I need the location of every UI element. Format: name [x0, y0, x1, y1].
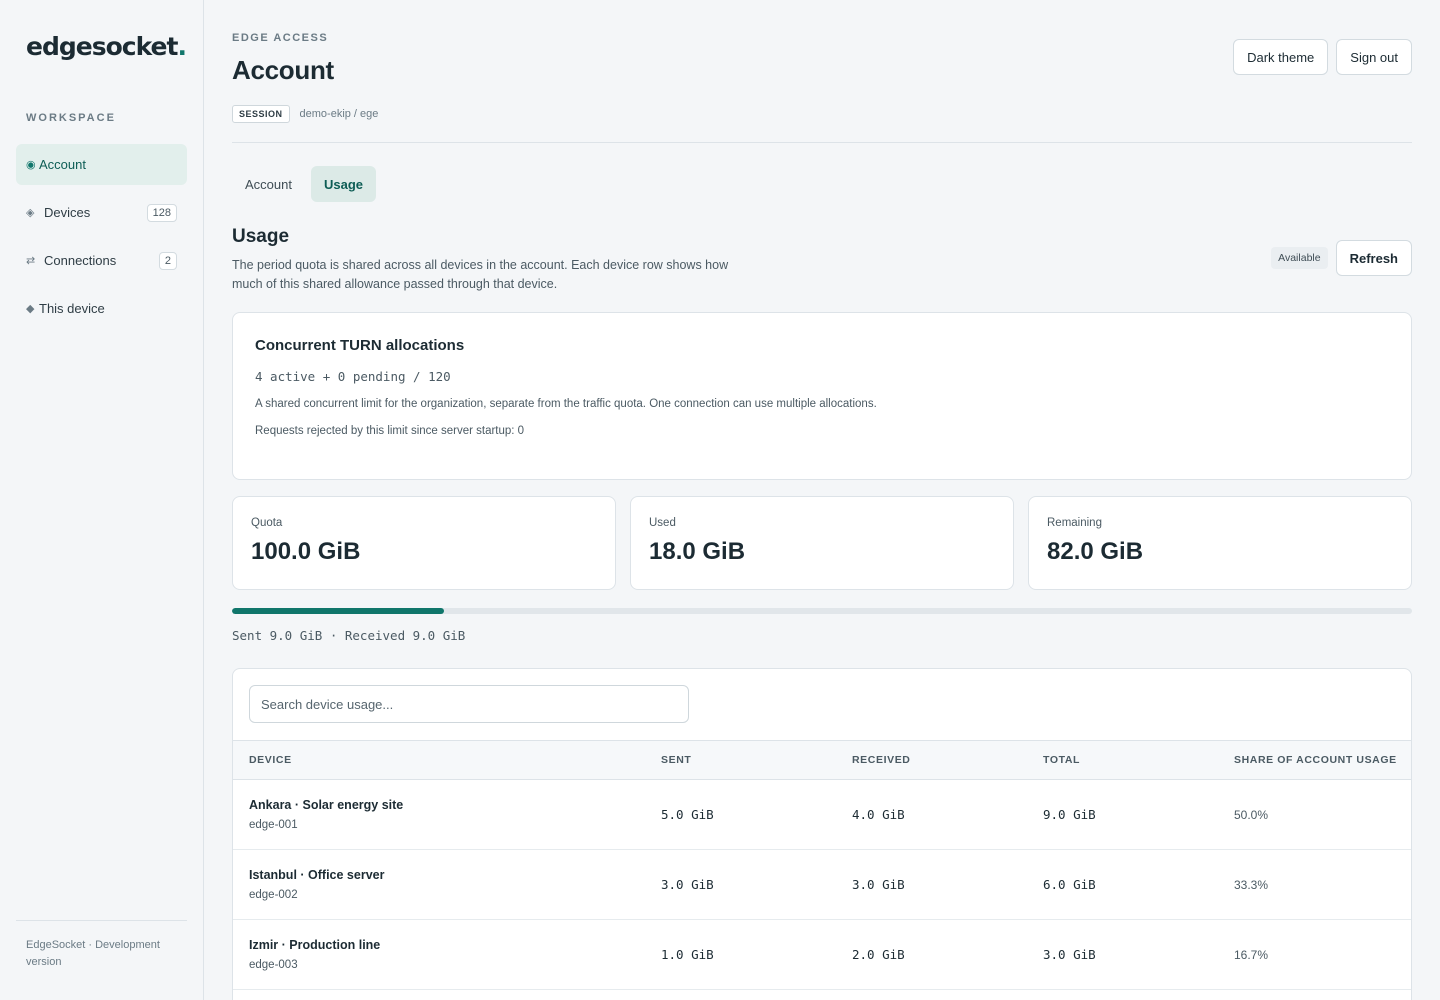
this-device-icon: ◆ — [26, 303, 35, 315]
sent-cell: 1.0 GiB — [645, 919, 836, 990]
devices-icon: ◈ — [26, 207, 35, 219]
usage-actions: Available Refresh — [1271, 240, 1412, 276]
sidebar: edgesocket. WORKSPACE ◉ Account ◈ Device… — [0, 0, 204, 1000]
stat-value: 82.0 GiB — [1047, 538, 1144, 565]
stat-value: 18.0 GiB — [649, 538, 746, 565]
session-value: demo-ekip / ege — [299, 108, 379, 120]
table-row[interactable]: Izmir · Production line edge-003 1.0 GiB … — [233, 919, 1411, 990]
share-cell: 16.7% — [1218, 919, 1411, 990]
share-cell: 50.0% — [1218, 779, 1411, 850]
traffic-summary: Sent 9.0 GiB · Received 9.0 GiB — [232, 628, 466, 643]
column-header-total[interactable]: TOTAL — [1027, 741, 1218, 780]
brand-logo[interactable]: edgesocket. — [26, 32, 187, 61]
connections-icon: ⇄ — [26, 255, 36, 267]
section-eyebrow: EDGE ACCESS — [232, 32, 329, 44]
device-name: Ankara · Solar energy site — [249, 798, 404, 812]
sidebar-item-connections[interactable]: ⇄ Connections 2 — [16, 240, 187, 281]
turn-count: 4 active + 0 pending / 120 — [255, 369, 451, 384]
share-cell: 33.3% — [1218, 849, 1411, 920]
refresh-button[interactable]: Refresh — [1335, 240, 1412, 276]
sidebar-item-this-device[interactable]: ◆ This device — [16, 288, 187, 329]
turn-note: A shared concurrent limit for the organi… — [255, 398, 877, 410]
devices-count-badge: 128 — [146, 203, 177, 222]
sidebar-item-label: Devices — [44, 205, 91, 220]
usage-progress-fill — [232, 608, 445, 614]
stat-value: 100.0 GiB — [251, 538, 361, 565]
usage-progress-bar — [232, 608, 1412, 614]
stat-label: Quota — [251, 517, 283, 529]
turn-allocations-card: Concurrent TURN allocations 4 active + 0… — [232, 312, 1412, 480]
sidebar-item-devices[interactable]: ◈ Devices 128 — [16, 192, 187, 233]
device-id: edge-001 — [249, 819, 298, 831]
turn-title: Concurrent TURN allocations — [255, 337, 465, 354]
sign-out-button[interactable]: Sign out — [1336, 39, 1412, 75]
total-cell: 6.0 GiB — [1027, 849, 1218, 920]
total-cell: 9.0 GiB — [1027, 779, 1218, 850]
turn-rejected: Requests rejected by this limit since se… — [255, 425, 525, 437]
sidebar-item-label: Account — [39, 157, 86, 172]
column-header-sent[interactable]: SENT — [645, 741, 836, 780]
quota-stat-card: Quota 100.0 GiB — [232, 496, 616, 590]
usage-title: Usage — [232, 226, 290, 247]
device-id: edge-003 — [249, 959, 298, 971]
tab-bar: Account Usage — [232, 166, 377, 202]
tab-usage[interactable]: Usage — [310, 166, 377, 202]
connections-count-badge: 2 — [158, 251, 177, 270]
column-header-share[interactable]: SHARE OF ACCOUNT USAGE — [1218, 741, 1411, 780]
workspace-label: WORKSPACE — [26, 112, 116, 124]
sidebar-item-label: This device — [39, 301, 105, 316]
device-id: edge-002 — [249, 889, 298, 901]
sidebar-item-label: Connections — [44, 253, 117, 268]
received-cell: 2.0 GiB — [836, 919, 1027, 990]
table-header-row: DEVICE SENT RECEIVED TOTAL SHARE OF ACCO… — [233, 740, 1411, 780]
used-stat-card: Used 18.0 GiB — [630, 496, 1014, 590]
header-divider — [232, 142, 1412, 143]
table-row[interactable]: Istanbul · Office server edge-002 3.0 GiB… — [233, 849, 1411, 920]
tab-account[interactable]: Account — [232, 166, 305, 202]
received-cell: 3.0 GiB — [836, 849, 1027, 920]
sent-cell: 3.0 GiB — [645, 849, 836, 920]
total-cell: 3.0 GiB — [1027, 919, 1218, 990]
column-header-device[interactable]: DEVICE — [233, 741, 645, 780]
status-badge: Available — [1271, 247, 1328, 269]
usage-description: The period quota is shared across all de… — [232, 258, 729, 291]
table-row[interactable]: Ankara · Solar energy site edge-001 5.0 G… — [233, 779, 1411, 850]
dark-theme-button[interactable]: Dark theme — [1233, 39, 1329, 75]
stat-label: Remaining — [1047, 517, 1102, 529]
account-icon: ◉ — [26, 159, 36, 171]
page-title: Account — [232, 55, 334, 85]
header-actions: Dark theme Sign out — [1233, 39, 1412, 75]
column-header-received[interactable]: RECEIVED — [836, 741, 1027, 780]
sidebar-item-account[interactable]: ◉ Account — [16, 144, 187, 185]
device-name: Istanbul · Office server — [249, 868, 385, 882]
stat-label: Used — [649, 517, 676, 529]
device-usage-card: DEVICE SENT RECEIVED TOTAL SHARE OF ACCO… — [232, 668, 1412, 1000]
sidebar-nav: ◉ Account ◈ Devices 128 ⇄ Connections 2 … — [16, 144, 187, 336]
version-footer: EdgeSocket · Development version — [16, 920, 187, 971]
received-cell: 4.0 GiB — [836, 779, 1027, 850]
search-input[interactable] — [249, 685, 689, 723]
session-tag: SESSION — [232, 105, 290, 123]
session-info: SESSION demo-ekip / ege — [232, 105, 378, 123]
remaining-stat-card: Remaining 82.0 GiB — [1028, 496, 1412, 590]
sent-cell: 5.0 GiB — [645, 779, 836, 850]
device-usage-table: DEVICE SENT RECEIVED TOTAL SHARE OF ACCO… — [233, 740, 1411, 990]
device-name: Izmir · Production line — [249, 938, 381, 952]
